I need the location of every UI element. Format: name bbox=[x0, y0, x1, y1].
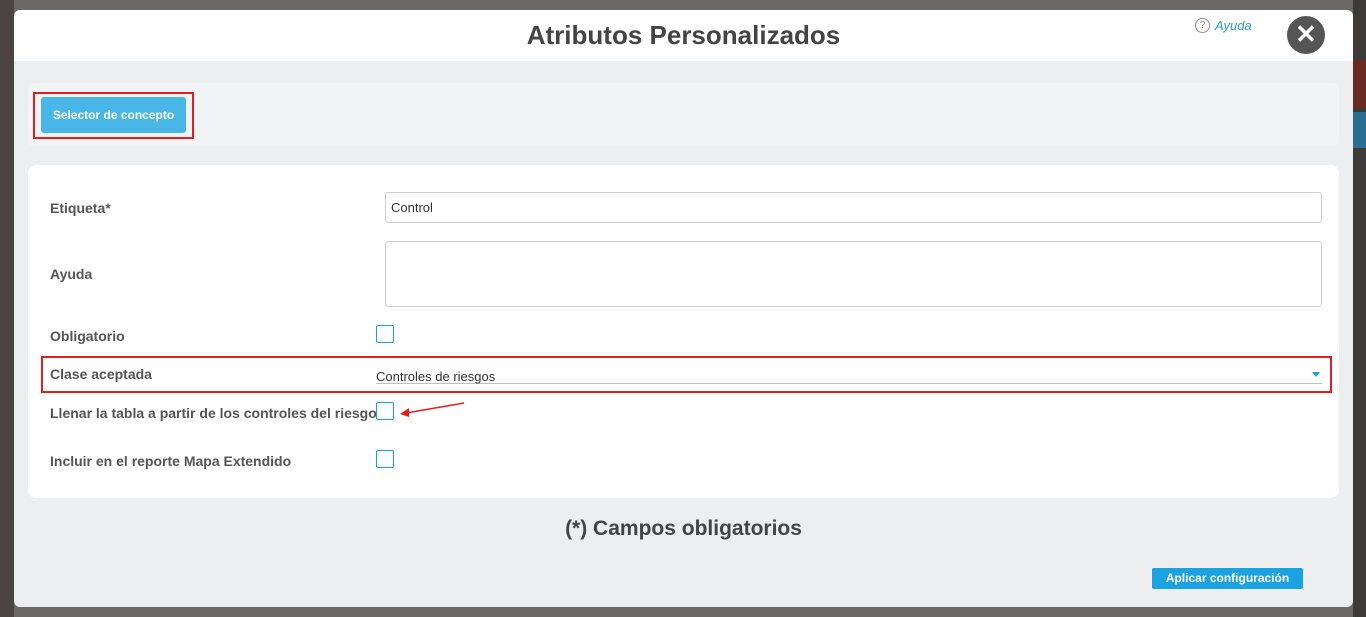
close-icon[interactable]: ✕ bbox=[1287, 16, 1325, 54]
chevron-down-icon bbox=[1312, 372, 1320, 377]
label-input[interactable]: Control bbox=[385, 192, 1322, 223]
required-checkbox[interactable] bbox=[376, 325, 394, 343]
label-field-label: Etiqueta* bbox=[50, 200, 111, 216]
annotation-arrow-icon bbox=[400, 402, 465, 417]
modal-title: Atributos Personalizados bbox=[526, 20, 841, 50]
apply-configuration-button[interactable]: Aplicar configuración bbox=[1152, 568, 1303, 589]
required-fields-note: (*) Campos obligatorios bbox=[565, 517, 802, 540]
include-extended-map-label: Incluir en el reporte Mapa Extendido bbox=[50, 453, 292, 469]
help-link-label: Ayuda bbox=[1215, 18, 1252, 33]
modal-header: Atributos Personalizados ? Ayuda ✕ bbox=[14, 10, 1353, 61]
help-icon: ? bbox=[1195, 18, 1210, 33]
accepted-class-select[interactable]: Controles de riesgos bbox=[376, 367, 1322, 384]
fill-from-controls-checkbox[interactable] bbox=[376, 402, 394, 420]
help-textarea[interactable] bbox=[385, 241, 1322, 307]
background-accent-red bbox=[1353, 60, 1366, 108]
help-field-label: Ayuda bbox=[50, 266, 93, 282]
concept-selector-button[interactable]: Selector de concepto bbox=[41, 97, 186, 133]
toolbar-panel bbox=[28, 83, 1339, 146]
required-label: Obligatorio bbox=[50, 328, 125, 344]
include-extended-map-checkbox[interactable] bbox=[376, 450, 394, 468]
background-right-edge bbox=[1353, 0, 1366, 617]
custom-attributes-modal: Atributos Personalizados ? Ayuda ✕ Selec… bbox=[14, 10, 1353, 607]
help-link[interactable]: ? Ayuda bbox=[1195, 18, 1252, 33]
background-sidebar bbox=[0, 0, 14, 617]
fill-from-controls-label: Llenar la tabla a partir de los controle… bbox=[50, 405, 377, 421]
accepted-class-value: Controles de riesgos bbox=[376, 369, 496, 384]
background-accent-blue bbox=[1353, 112, 1366, 148]
accepted-class-label: Clase aceptada bbox=[50, 366, 152, 382]
